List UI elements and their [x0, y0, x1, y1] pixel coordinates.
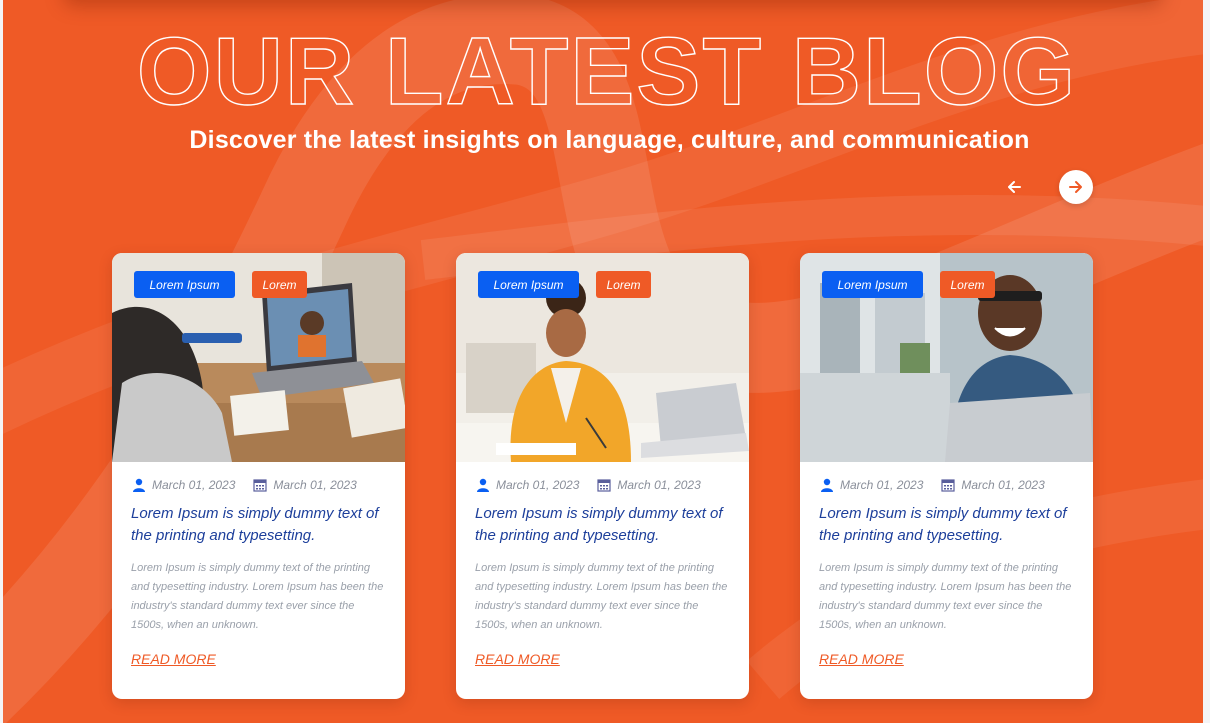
post-meta: March 01, 2023 March 01, 2023	[132, 478, 357, 492]
post-excerpt: Lorem Ipsum is simply dummy text of the …	[475, 562, 728, 631]
section-subheading: Discover the latest insights on language…	[189, 126, 1030, 154]
category-tag[interactable]: Lorem Ipsum	[822, 271, 923, 298]
author-meta-text: March 01, 2023	[496, 478, 580, 492]
post-title[interactable]: Lorem Ipsum is simply dummy text of the …	[475, 503, 730, 547]
category-tag-secondary[interactable]: Lorem	[940, 271, 995, 298]
read-more-link[interactable]: READ MORE	[475, 651, 560, 667]
category-tag-secondary[interactable]: Lorem	[596, 271, 651, 298]
blog-section: OUR LATEST BLOG Discover the latest insi…	[3, 0, 1203, 723]
author-meta-text: March 01, 2023	[840, 478, 924, 492]
blog-card-image[interactable]: Lorem Ipsum Lorem	[456, 253, 749, 462]
carousel-prev-button[interactable]	[997, 170, 1031, 204]
category-tag-secondary[interactable]: Lorem	[252, 271, 307, 298]
post-excerpt: Lorem Ipsum is simply dummy text of the …	[131, 562, 384, 631]
blog-card-image[interactable]: Lorem Ipsum Lorem	[112, 253, 405, 462]
category-tag[interactable]: Lorem Ipsum	[134, 271, 235, 298]
post-excerpt: Lorem Ipsum is simply dummy text of the …	[819, 562, 1072, 631]
arrow-right-icon	[1069, 181, 1082, 193]
post-title[interactable]: Lorem Ipsum is simply dummy text of the …	[131, 503, 386, 547]
category-tag[interactable]: Lorem Ipsum	[478, 271, 579, 298]
user-icon	[476, 478, 490, 492]
carousel-next-button[interactable]	[1059, 170, 1093, 204]
post-date: March 01, 2023	[617, 478, 701, 492]
calendar-icon	[941, 478, 955, 492]
post-meta: March 01, 2023 March 01, 2023	[476, 478, 701, 492]
section-heading: OUR LATEST BLOG	[3, 18, 1203, 118]
calendar-icon	[253, 478, 267, 492]
user-icon	[820, 478, 834, 492]
read-more-link[interactable]: READ MORE	[819, 651, 904, 667]
read-more-link[interactable]: READ MORE	[131, 651, 216, 667]
post-date: March 01, 2023	[961, 478, 1045, 492]
author-meta-text: March 01, 2023	[152, 478, 236, 492]
blog-card[interactable]: Lorem Ipsum Lorem March 01, 2023 March 0…	[456, 253, 749, 699]
post-date: March 01, 2023	[273, 478, 357, 492]
blog-card-image[interactable]: Lorem Ipsum Lorem	[800, 253, 1093, 462]
post-meta: March 01, 2023 March 01, 2023	[820, 478, 1045, 492]
calendar-icon	[597, 478, 611, 492]
post-title[interactable]: Lorem Ipsum is simply dummy text of the …	[819, 503, 1074, 547]
blog-card[interactable]: Lorem Ipsum Lorem March 01, 2023 March 0…	[800, 253, 1093, 699]
section-heading-text: OUR LATEST BLOG	[137, 18, 1077, 118]
arrow-left-icon	[1008, 181, 1021, 193]
blog-card[interactable]: Lorem Ipsum Lorem March 01, 2023 March 0…	[112, 253, 405, 699]
user-icon	[132, 478, 146, 492]
